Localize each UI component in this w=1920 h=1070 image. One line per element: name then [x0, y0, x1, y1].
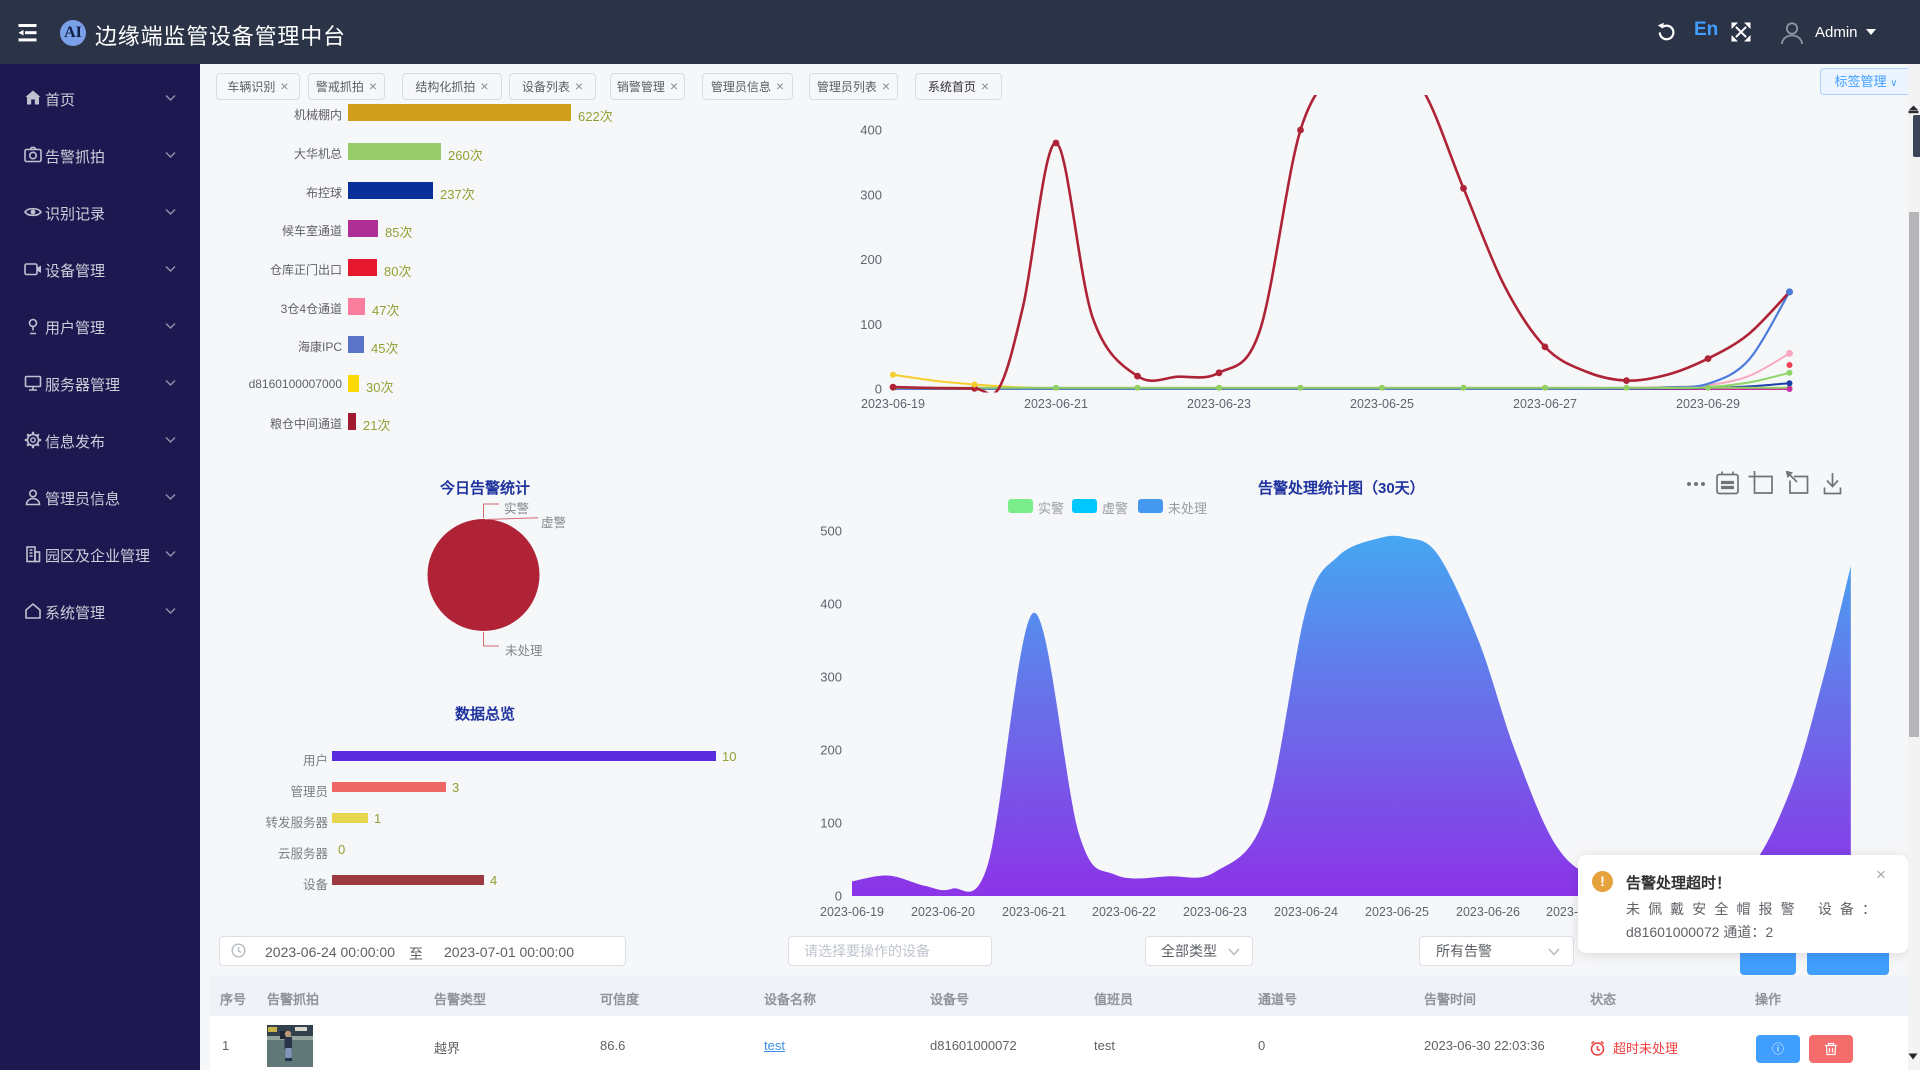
- svg-text:100: 100: [860, 317, 882, 332]
- svg-text:2023-06-25: 2023-06-25: [1365, 905, 1429, 919]
- svg-text:400: 400: [860, 123, 882, 138]
- svg-text:200: 200: [860, 252, 882, 267]
- svg-text:400: 400: [820, 597, 842, 612]
- svg-text:2023-06-19: 2023-06-19: [820, 905, 884, 919]
- svg-text:2023-06-25: 2023-06-25: [1350, 397, 1414, 411]
- svg-text:2023-06-19: 2023-06-19: [861, 397, 925, 411]
- svg-text:2023-06-24: 2023-06-24: [1274, 905, 1338, 919]
- svg-text:500: 500: [820, 524, 842, 539]
- svg-text:2023-06-23: 2023-06-23: [1187, 397, 1251, 411]
- svg-text:2023-06-20: 2023-06-20: [911, 905, 975, 919]
- svg-text:2023-06-27: 2023-06-27: [1513, 397, 1577, 411]
- svg-text:300: 300: [860, 187, 882, 202]
- svg-text:2023-06-26: 2023-06-26: [1456, 905, 1520, 919]
- svg-text:2023-06-22: 2023-06-22: [1092, 905, 1156, 919]
- svg-text:100: 100: [820, 816, 842, 831]
- svg-text:2023-06-29: 2023-06-29: [1676, 397, 1740, 411]
- svg-text:0: 0: [875, 382, 882, 397]
- svg-text:200: 200: [820, 743, 842, 758]
- svg-text:2023-06-21: 2023-06-21: [1002, 905, 1066, 919]
- svg-text:2023-06-23: 2023-06-23: [1183, 905, 1247, 919]
- svg-text:300: 300: [820, 670, 842, 685]
- svg-text:0: 0: [835, 889, 842, 904]
- svg-text:2023-06-21: 2023-06-21: [1024, 397, 1088, 411]
